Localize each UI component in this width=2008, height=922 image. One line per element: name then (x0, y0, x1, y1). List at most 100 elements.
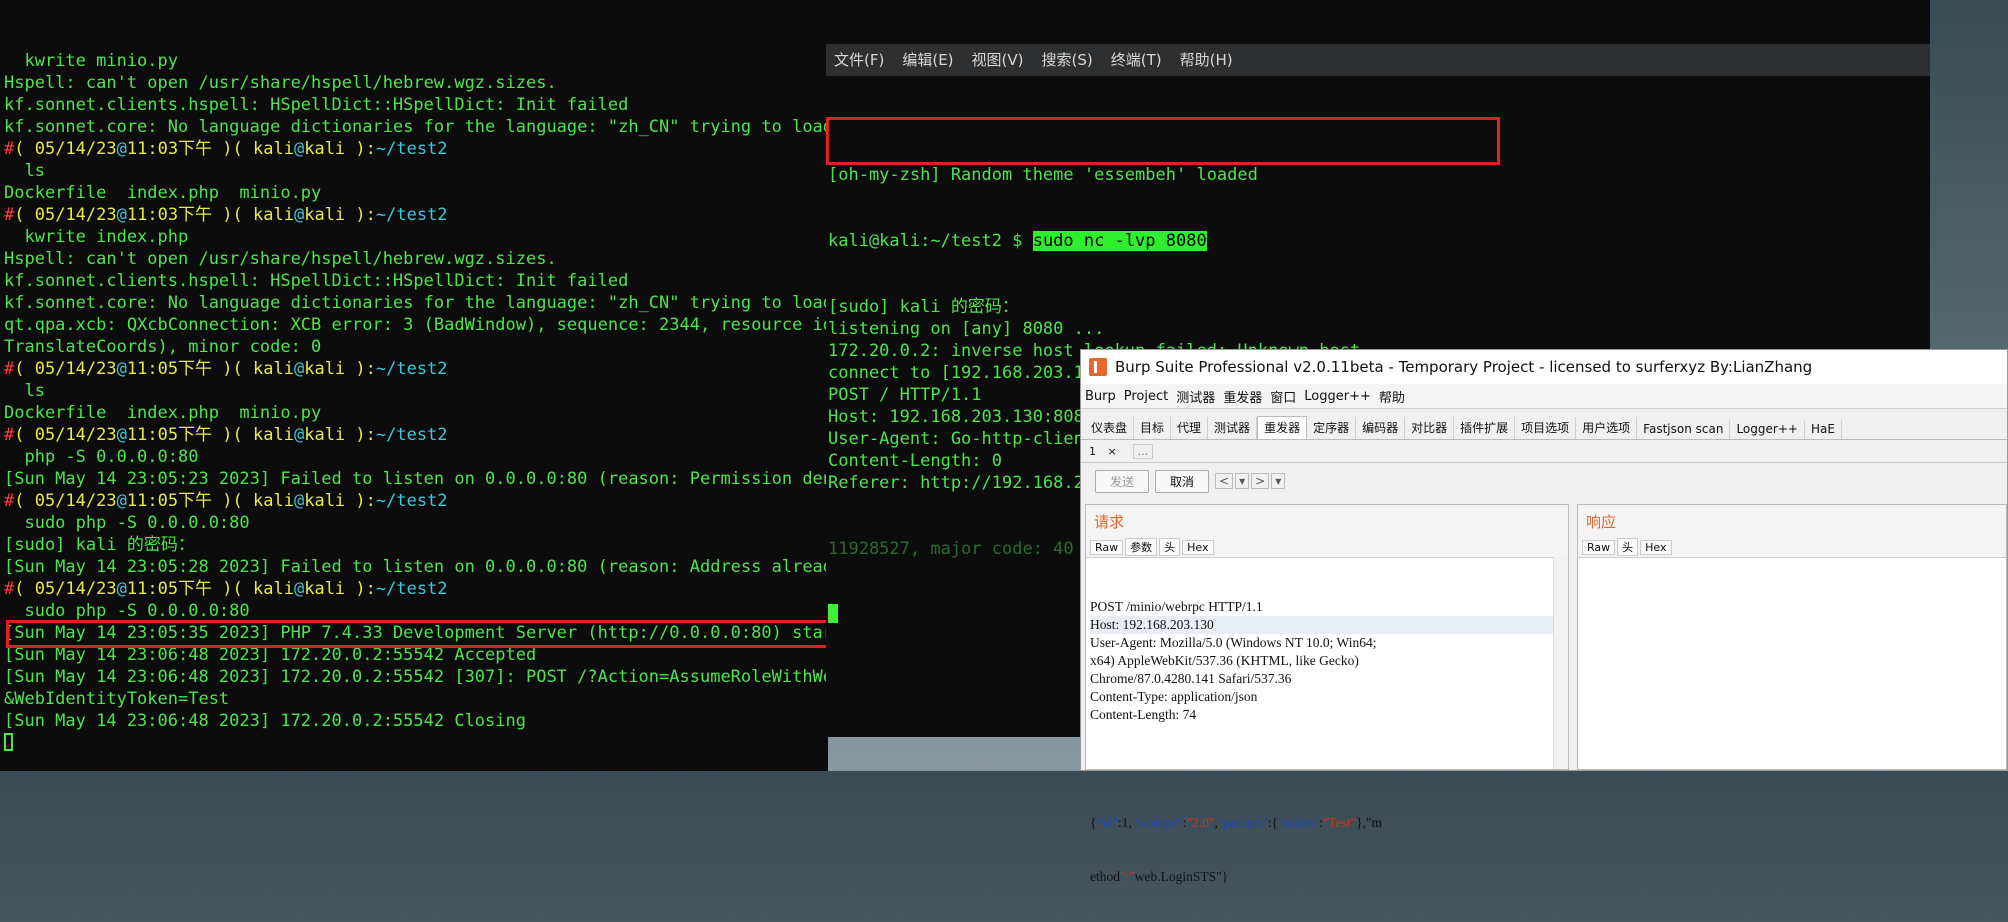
burp-main-tabs: 仪表盘 目标 代理 测试器 重发器 定序器 编码器 对比器 插件扩展 项目选项 用户选项 Fastjs… (1081, 415, 2007, 440)
burp-menu-item-1[interactable]: Project (1124, 389, 1168, 404)
request-scrollbar[interactable] (1553, 557, 1568, 769)
response-tab-2[interactable]: Hex (1640, 539, 1672, 555)
output-line: kf.sonnet.core: No language dictionaries… (4, 117, 828, 137)
terminal-menubar: 文件(F) 编辑(E) 视图(V) 搜索(S) 终端(T) 帮助(H) (826, 44, 1930, 76)
prompt-user: kali (253, 491, 294, 511)
prompt-date: 05/14/23 (34, 579, 117, 599)
request-tab-3[interactable]: Hex (1182, 539, 1214, 555)
menu-item-2[interactable]: 视图(V) (972, 49, 1024, 71)
menu-item-5[interactable]: 帮助(H) (1180, 49, 1233, 71)
request-line: Content-Length: 74 (1090, 707, 1197, 722)
output-line: kf.sonnet.clients.hspell: HSpellDict::HS… (4, 95, 629, 115)
output-line: kwrite index.php (4, 227, 189, 247)
repeater-subtabs: 1 × ... (1081, 440, 2007, 463)
history-forward-icon[interactable]: > (1251, 473, 1270, 489)
burp-menu-item-6[interactable]: 帮助 (1379, 387, 1405, 406)
prompt-close: ): (345, 579, 376, 599)
left-terminal-window[interactable]: kwrite minio.py Hspell: can't open /usr/s… (0, 0, 828, 771)
burp-tab-12[interactable]: Logger++ (1730, 420, 1805, 439)
menu-item-4[interactable]: 终端(T) (1111, 49, 1162, 71)
prompt-time: 11:05下午 (126, 425, 213, 445)
close-icon[interactable]: × (1108, 445, 1117, 458)
prompt-dir: ~/test2 (375, 359, 448, 379)
burp-tab-5[interactable]: 定序器 (1307, 417, 1357, 439)
burp-logo-icon (1089, 358, 1107, 376)
prompt-hash: # (4, 139, 15, 159)
prompt-line: #( 05/14/23@11:05下午 )( kali@kali ):~/tes… (4, 490, 828, 512)
prompt-user: kali (253, 579, 294, 599)
request-tab-1[interactable]: 参数 (1125, 538, 1158, 556)
burp-titlebar: Burp Suite Professional v2.0.11beta - Te… (1081, 350, 2007, 384)
burp-title: Burp Suite Professional v2.0.11beta - Te… (1115, 358, 1813, 376)
history-back-dropdown-icon[interactable]: ▾ (1235, 473, 1250, 489)
response-tab-1[interactable]: 头 (1617, 538, 1639, 556)
burp-tab-0[interactable]: 仪表盘 (1085, 417, 1135, 439)
repeater-tab-1[interactable]: 1 × (1089, 445, 1125, 458)
prompt-line: #( 05/14/23@11:05下午 )( kali@kali ):~/tes… (4, 424, 828, 446)
output-line: Hspell: can't open /usr/share/hspell/heb… (4, 249, 557, 269)
output-line: [Sun May 14 23:05:23 2023] Failed to lis… (4, 469, 828, 489)
burp-tab-4[interactable]: 重发器 (1257, 416, 1308, 439)
burp-menu-item-0[interactable]: Burp (1085, 389, 1116, 404)
burp-tab-1[interactable]: 目标 (1134, 417, 1172, 439)
output-line: Hspell: can't open /usr/share/hspell/heb… (4, 73, 557, 93)
prompt-date: 05/14/23 (34, 205, 117, 225)
history-forward-dropdown-icon[interactable]: ▾ (1271, 473, 1286, 489)
prompt-time: 11:05下午 (126, 491, 213, 511)
output-line: ls (4, 161, 45, 181)
send-button[interactable]: 发送 (1095, 469, 1150, 493)
burp-tab-6[interactable]: 编码器 (1356, 417, 1406, 439)
burp-tab-3[interactable]: 测试器 (1208, 417, 1258, 439)
menu-item-0[interactable]: 文件(F) (834, 49, 884, 71)
prompt-time: 11:03下午 (126, 205, 213, 225)
burp-tab-11[interactable]: Fastjson scan (1637, 420, 1731, 439)
burp-tab-9[interactable]: 项目选项 (1515, 417, 1577, 439)
burp-tab-8[interactable]: 插件扩展 (1454, 417, 1516, 439)
burp-tab-7[interactable]: 对比器 (1405, 417, 1455, 439)
request-tab-0[interactable]: Raw (1090, 539, 1124, 555)
highlight-box-left-request (6, 620, 886, 648)
burp-tab-13[interactable]: HaE (1805, 420, 1842, 439)
prompt-date: 05/14/23 (34, 139, 117, 159)
burp-tab-10[interactable]: 用户选项 (1576, 417, 1638, 439)
burp-tab-2[interactable]: 代理 (1171, 417, 1209, 439)
cancel-button[interactable]: 取消 (1155, 469, 1210, 493)
request-json-line-2: ethod":"web.LoginSTS"} (1090, 869, 1229, 884)
request-response-panes: 请求 Raw 参数头 Hex POST /minio/webrpc HTTP/1.1… (1085, 504, 2007, 884)
menu-item-3[interactable]: 搜索(S) (1042, 49, 1093, 71)
prompt-line: #( 05/14/23@11:03下午 )( kali@kali ):~/tes… (4, 204, 828, 226)
prompt-at: @ (116, 491, 127, 511)
burp-menu-item-3[interactable]: 重发器 (1223, 387, 1262, 406)
burp-menu-item-4[interactable]: 窗口 (1270, 387, 1296, 406)
json-key: "token" (1277, 815, 1319, 830)
prompt-line: #( 05/14/23@11:05下午 )( kali@kali ):~/tes… (4, 578, 828, 600)
prompt-hash: # (4, 491, 15, 511)
highlight-box-right-connect (826, 117, 1500, 165)
prompt-hash: # (4, 425, 15, 445)
request-editor[interactable]: POST /minio/webrpc HTTP/1.1 Host: 192.168… (1086, 558, 1568, 922)
request-line: Chrome/87.0.4280.141 Safari/537.36 (1090, 671, 1292, 686)
history-back-icon[interactable]: < (1215, 473, 1234, 489)
response-tab-0[interactable]: Raw (1582, 539, 1616, 555)
prompt-at-sign: @ (293, 425, 305, 445)
theme-line: [oh-my-zsh] Random theme 'essembeh' load… (828, 165, 1258, 185)
response-pane: 响应 Raw 头 Hex (1577, 504, 2007, 770)
prompt-user: kali (253, 139, 294, 159)
menu-item-1[interactable]: 编辑(E) (902, 49, 953, 71)
prompt-hash: # (4, 579, 15, 599)
response-editor[interactable] (1578, 558, 2006, 562)
prompt-close: ): (345, 425, 376, 445)
terminal-cursor (4, 733, 13, 751)
prompt-user: kali (253, 425, 294, 445)
request-heading: 请求 (1086, 505, 1568, 537)
prompt-host: kali (304, 491, 346, 511)
request-line: Host: 192.168.203.130 (1090, 616, 1568, 634)
new-tab-button[interactable]: ... (1132, 443, 1154, 459)
burp-suite-window[interactable]: Burp Suite Professional v2.0.11beta - Te… (1080, 349, 2008, 884)
prompt-sep: )( (212, 491, 254, 511)
output-line: kwrite minio.py (4, 51, 178, 71)
terminal-prompt: kali@kali:~/test2 $ (828, 231, 1033, 251)
burp-menu-item-5[interactable]: Logger++ (1304, 389, 1371, 404)
burp-menu-item-2[interactable]: 测试器 (1176, 387, 1215, 406)
request-tab-2[interactable]: 头 (1159, 538, 1181, 556)
